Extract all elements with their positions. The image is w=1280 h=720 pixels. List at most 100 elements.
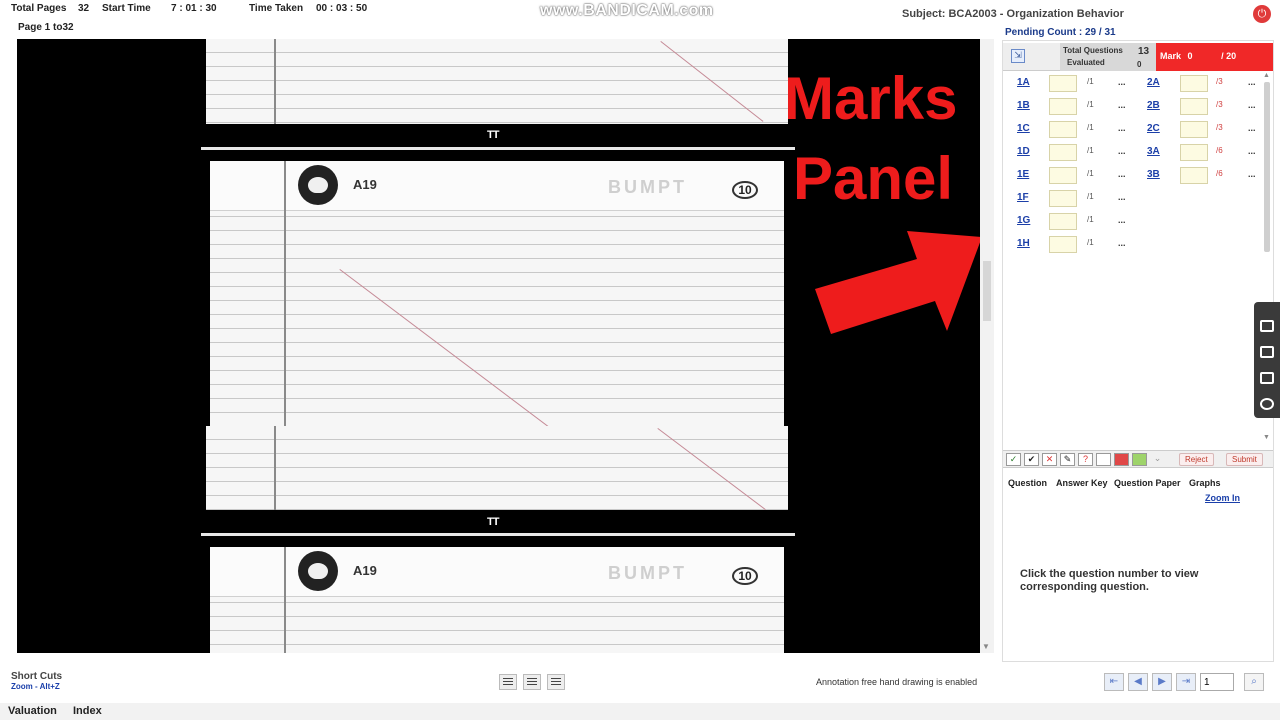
eraser-icon[interactable]	[1114, 453, 1129, 466]
viewer-scroll-thumb[interactable]	[983, 261, 991, 321]
marks-input-1c[interactable]	[1049, 121, 1077, 138]
scroll-up-icon[interactable]: ▲	[1263, 72, 1270, 79]
tab-question-paper[interactable]: Question Paper	[1114, 478, 1181, 488]
max-marks: /3	[1216, 123, 1223, 132]
more-options[interactable]: ...	[1248, 77, 1256, 87]
more-options[interactable]: ...	[1248, 100, 1256, 110]
image-icon[interactable]	[1260, 372, 1274, 384]
question-row: 1E /1 ...	[1003, 167, 1133, 185]
question-row: 3A /6 ...	[1133, 144, 1261, 162]
pending-label: Pending Count :	[1005, 27, 1083, 38]
mark-label: Mark	[1160, 51, 1182, 61]
tab-graphs[interactable]: Graphs	[1189, 478, 1221, 488]
camera-icon[interactable]	[1260, 320, 1274, 332]
more-options[interactable]: ...	[1118, 169, 1126, 179]
marks-input-1f[interactable]	[1049, 190, 1077, 207]
page-number-input[interactable]	[1200, 673, 1234, 691]
answer-sheet-viewer[interactable]: TT A19 BUMPT 10 TT A19 BUMPT 10 Marks Pa…	[17, 39, 980, 653]
question-link-1d[interactable]: 1D	[1017, 146, 1030, 157]
more-options[interactable]: ...	[1118, 146, 1126, 156]
power-icon[interactable]: ⏻	[1253, 5, 1271, 23]
question-link-1f[interactable]: 1F	[1017, 192, 1029, 203]
marks-input-3b[interactable]	[1180, 167, 1208, 184]
question-row: 1D /1 ...	[1003, 144, 1133, 162]
panel-scroll-thumb[interactable]	[1264, 82, 1270, 252]
more-options[interactable]: ...	[1248, 123, 1256, 133]
more-options[interactable]: ...	[1118, 100, 1126, 110]
zoom-in-link[interactable]: Zoom In	[1205, 493, 1240, 503]
scroll-down-icon[interactable]: ▼	[1263, 434, 1270, 441]
question-link-2a[interactable]: 2A	[1147, 77, 1160, 88]
question-row: 2B /3 ...	[1133, 98, 1261, 116]
marks-input-2a[interactable]	[1180, 75, 1208, 92]
collapse-icon[interactable]: ⇲	[1011, 49, 1025, 63]
tab-valuation[interactable]: Valuation	[8, 705, 57, 717]
subject-title: Subject: BCA2003 - Organization Behavior	[902, 8, 1124, 20]
more-options[interactable]: ...	[1118, 192, 1126, 202]
tick-cross-icon[interactable]: ✓	[1006, 453, 1021, 466]
align-left-icon[interactable]	[499, 674, 517, 690]
align-center-icon[interactable]	[523, 674, 541, 690]
question-link-1b[interactable]: 1B	[1017, 100, 1030, 111]
marks-input-2b[interactable]	[1180, 98, 1208, 115]
cross-icon[interactable]: ✕	[1042, 453, 1057, 466]
gear-icon[interactable]	[1260, 398, 1274, 410]
more-options[interactable]: ...	[1118, 238, 1126, 248]
question-link-3b[interactable]: 3B	[1147, 169, 1160, 180]
tick-icon[interactable]: ✔	[1024, 453, 1039, 466]
prev-page-icon[interactable]: ◀	[1128, 673, 1148, 691]
tab-answer-key[interactable]: Answer Key	[1056, 478, 1108, 488]
last-page-icon[interactable]: ⇥	[1176, 673, 1196, 691]
go-page-icon[interactable]: ⌕	[1244, 673, 1264, 691]
video-icon[interactable]	[1260, 346, 1274, 358]
reject-button[interactable]: Reject	[1179, 453, 1214, 466]
evaluated-label: Evaluated	[1067, 58, 1105, 67]
more-options[interactable]: ...	[1118, 123, 1126, 133]
overlay-arrow-icon	[815, 231, 980, 334]
marks-input-3a[interactable]	[1180, 144, 1208, 161]
page-divider	[201, 533, 795, 536]
question-row: 3B /6 ...	[1133, 167, 1261, 185]
question-link-1h[interactable]: 1H	[1017, 238, 1030, 249]
question-link-1g[interactable]: 1G	[1017, 215, 1030, 226]
question-link-1c[interactable]: 1C	[1017, 123, 1030, 134]
question-link-2b[interactable]: 2B	[1147, 100, 1160, 111]
question-mark-icon[interactable]: ?	[1078, 453, 1093, 466]
marks-input-2c[interactable]	[1180, 121, 1208, 138]
question-link-2c[interactable]: 2C	[1147, 123, 1160, 134]
scroll-down-icon[interactable]: ▼	[982, 642, 990, 651]
more-options[interactable]: ...	[1248, 169, 1256, 179]
marks-input-1a[interactable]	[1049, 75, 1077, 92]
first-page-icon[interactable]: ⇤	[1104, 673, 1124, 691]
submit-button[interactable]: Submit	[1226, 453, 1263, 466]
pending-value: 29 / 31	[1085, 27, 1116, 38]
viewer-scrollbar[interactable]: ▼	[980, 39, 994, 653]
more-options[interactable]: ...	[1118, 215, 1126, 225]
color-picker-icon[interactable]	[1132, 453, 1147, 466]
time-taken-label: Time Taken	[249, 3, 304, 14]
question-link-1e[interactable]: 1E	[1017, 169, 1029, 180]
marks-input-1h[interactable]	[1049, 236, 1077, 253]
marks-input-1d[interactable]	[1049, 144, 1077, 161]
more-options[interactable]: ...	[1118, 77, 1126, 87]
pencil-icon[interactable]: ✎	[1060, 453, 1075, 466]
page-header	[210, 547, 784, 597]
page-divider-mark: TT	[487, 516, 499, 528]
tab-index[interactable]: Index	[73, 705, 102, 717]
marks-input-1e[interactable]	[1049, 167, 1077, 184]
chevron-down-icon[interactable]: ⌄	[1150, 453, 1165, 466]
more-options[interactable]: ...	[1248, 146, 1256, 156]
question-link-3a[interactable]: 3A	[1147, 146, 1160, 157]
marks-input-1b[interactable]	[1049, 98, 1077, 115]
barcode-stamp: BUMPT	[608, 563, 687, 583]
marks-input-1g[interactable]	[1049, 213, 1077, 230]
align-right-icon[interactable]	[547, 674, 565, 690]
blank-tool-icon[interactable]	[1096, 453, 1111, 466]
screen-recorder-toolbar	[1254, 302, 1280, 418]
zoom-shortcut: Zoom - Alt+Z	[11, 682, 60, 691]
total-questions-value: 13	[1138, 46, 1150, 57]
max-marks: /6	[1216, 169, 1223, 178]
next-page-icon[interactable]: ▶	[1152, 673, 1172, 691]
question-link-1a[interactable]: 1A	[1017, 77, 1030, 88]
tab-question[interactable]: Question	[1008, 478, 1047, 488]
